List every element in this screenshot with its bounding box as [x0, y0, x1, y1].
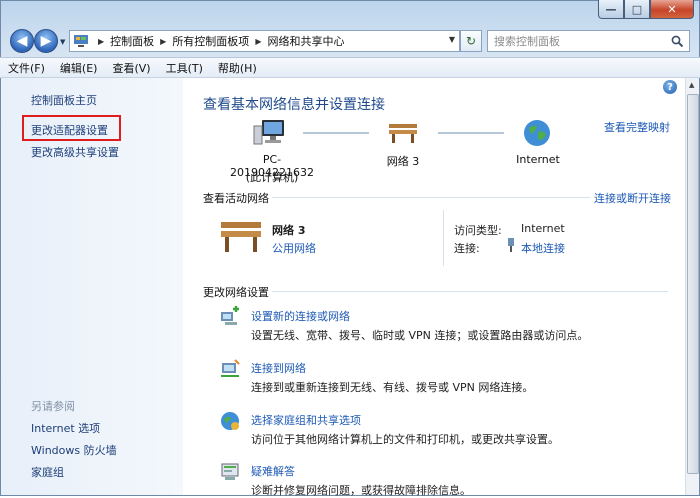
breadcrumb-separator-icon[interactable]: ▶ — [255, 37, 261, 46]
active-network-divider — [443, 210, 444, 266]
forward-button[interactable]: ▶ — [34, 29, 58, 53]
access-type-value: Internet — [521, 222, 565, 235]
new-connection-icon — [221, 306, 239, 325]
search-icon[interactable] — [671, 35, 684, 48]
menu-tools[interactable]: 工具(T) — [166, 60, 203, 76]
menu-file[interactable]: 文件(F) — [8, 60, 45, 76]
arrow-left-icon: ◀ — [16, 33, 28, 49]
address-bar[interactable]: ▶ 控制面板 ▶ 所有控制面板项 ▶ 网络和共享中心 ▼ — [69, 30, 460, 52]
back-button[interactable]: ◀ — [10, 29, 34, 53]
search-box[interactable]: 搜索控制面板 — [487, 30, 690, 52]
breadcrumb-all-items[interactable]: 所有控制面板项 — [172, 33, 249, 49]
scroll-up-icon[interactable]: ▲ — [689, 81, 694, 89]
minimize-button[interactable]: — — [598, 0, 624, 19]
title-bar: — □ ✕ — [0, 0, 700, 26]
setup-connection-link[interactable]: 设置新的连接或网络 — [251, 308, 350, 324]
arrow-right-icon: ▶ — [40, 33, 52, 49]
map-connector-line — [438, 132, 504, 134]
connections-label: 连接: — [454, 242, 480, 255]
close-button[interactable]: ✕ — [650, 0, 694, 19]
help-icon[interactable]: ? — [663, 80, 677, 94]
search-placeholder: 搜索控制面板 — [494, 35, 560, 48]
map-connector-line — [303, 132, 369, 134]
window-controls: — □ ✕ — [598, 0, 694, 19]
active-networks-heading: 查看活动网络 — [203, 192, 269, 205]
map-network-name[interactable]: 网络 3 — [373, 153, 433, 169]
connect-to-network-desc: 连接到或重新连接到无线、有线、拨号或 VPN 网络连接。 — [251, 381, 534, 394]
menu-bar: 文件(F) 编辑(E) 查看(V) 工具(T) 帮助(H) — [0, 57, 700, 78]
section-divider — [272, 291, 668, 292]
computer-sublabel: (此计算机) — [245, 171, 299, 184]
access-type-label: 访问类型: — [454, 224, 502, 237]
public-network-link[interactable]: 公用网络 — [272, 240, 316, 256]
network-bench-icon — [389, 124, 417, 143]
network-bench-large-icon — [221, 222, 261, 252]
breadcrumb-network-center[interactable]: 网络和共享中心 — [267, 33, 344, 49]
change-settings-heading: 更改网络设置 — [203, 286, 269, 299]
change-adapter-settings-link[interactable]: 更改适配器设置 — [31, 122, 108, 138]
control-panel-home-link[interactable]: 控制面板主页 — [31, 92, 97, 108]
menu-view[interactable]: 查看(V) — [112, 60, 150, 76]
change-advanced-sharing-link[interactable]: 更改高级共享设置 — [31, 144, 119, 160]
control-panel-icon — [74, 35, 88, 47]
windows-firewall-link[interactable]: Windows 防火墙 — [31, 442, 117, 458]
maximize-button[interactable]: □ — [624, 0, 650, 19]
homegroup-sharing-link[interactable]: 选择家庭组和共享选项 — [251, 412, 361, 428]
address-dropdown-icon[interactable]: ▼ — [449, 35, 455, 44]
refresh-button[interactable]: ↻ — [460, 30, 482, 52]
troubleshoot-link[interactable]: 疑难解答 — [251, 463, 295, 479]
refresh-icon: ↻ — [465, 34, 477, 48]
computer-icon — [253, 120, 284, 145]
see-also-heading: 另请参阅 — [31, 400, 75, 413]
breadcrumb: ▶ 控制面板 ▶ 所有控制面板项 ▶ 网络和共享中心 — [92, 33, 344, 49]
ethernet-icon — [508, 238, 514, 252]
connect-network-icon — [221, 359, 240, 377]
troubleshoot-icon — [221, 463, 239, 480]
menu-edit[interactable]: 编辑(E) — [60, 60, 98, 76]
page-title: 查看基本网络信息并设置连接 — [203, 97, 385, 113]
breadcrumb-separator-icon[interactable]: ▶ — [160, 37, 166, 46]
breadcrumb-control-panel[interactable]: 控制面板 — [110, 33, 154, 49]
connect-to-network-link[interactable]: 连接到网络 — [251, 360, 306, 376]
view-full-map-link[interactable]: 查看完整映射 — [604, 119, 670, 135]
internet-options-link[interactable]: Internet 选项 — [31, 420, 100, 436]
active-network-name: 网络 3 — [272, 224, 306, 237]
recent-pages-dropdown[interactable]: ▼ — [60, 38, 65, 46]
vertical-scrollbar[interactable]: ▲ — [685, 78, 699, 495]
homegroup-sharing-icon — [221, 412, 239, 430]
navigation-bar: ◀ ▶ ▼ ▶ 控制面板 ▶ 所有控制面板项 ▶ 网络和共享中心 ▼ ↻ 搜索控… — [0, 26, 700, 56]
menu-help[interactable]: 帮助(H) — [218, 60, 257, 76]
scrollbar-thumb[interactable] — [687, 94, 699, 474]
internet-globe-icon — [524, 120, 550, 146]
connect-disconnect-link[interactable]: 连接或断开连接 — [594, 190, 671, 206]
section-divider — [272, 197, 590, 198]
homegroup-link[interactable]: 家庭组 — [31, 464, 64, 480]
setup-connection-desc: 设置无线、宽带、拨号、临时或 VPN 连接；或设置路由器或访问点。 — [251, 329, 589, 342]
local-connection-link[interactable]: 本地连接 — [521, 240, 565, 256]
map-internet-label[interactable]: Internet — [508, 153, 568, 166]
breadcrumb-separator-icon[interactable]: ▶ — [98, 37, 104, 46]
homegroup-sharing-desc: 访问位于其他网络计算机上的文件和打印机，或更改共享设置。 — [251, 433, 559, 446]
